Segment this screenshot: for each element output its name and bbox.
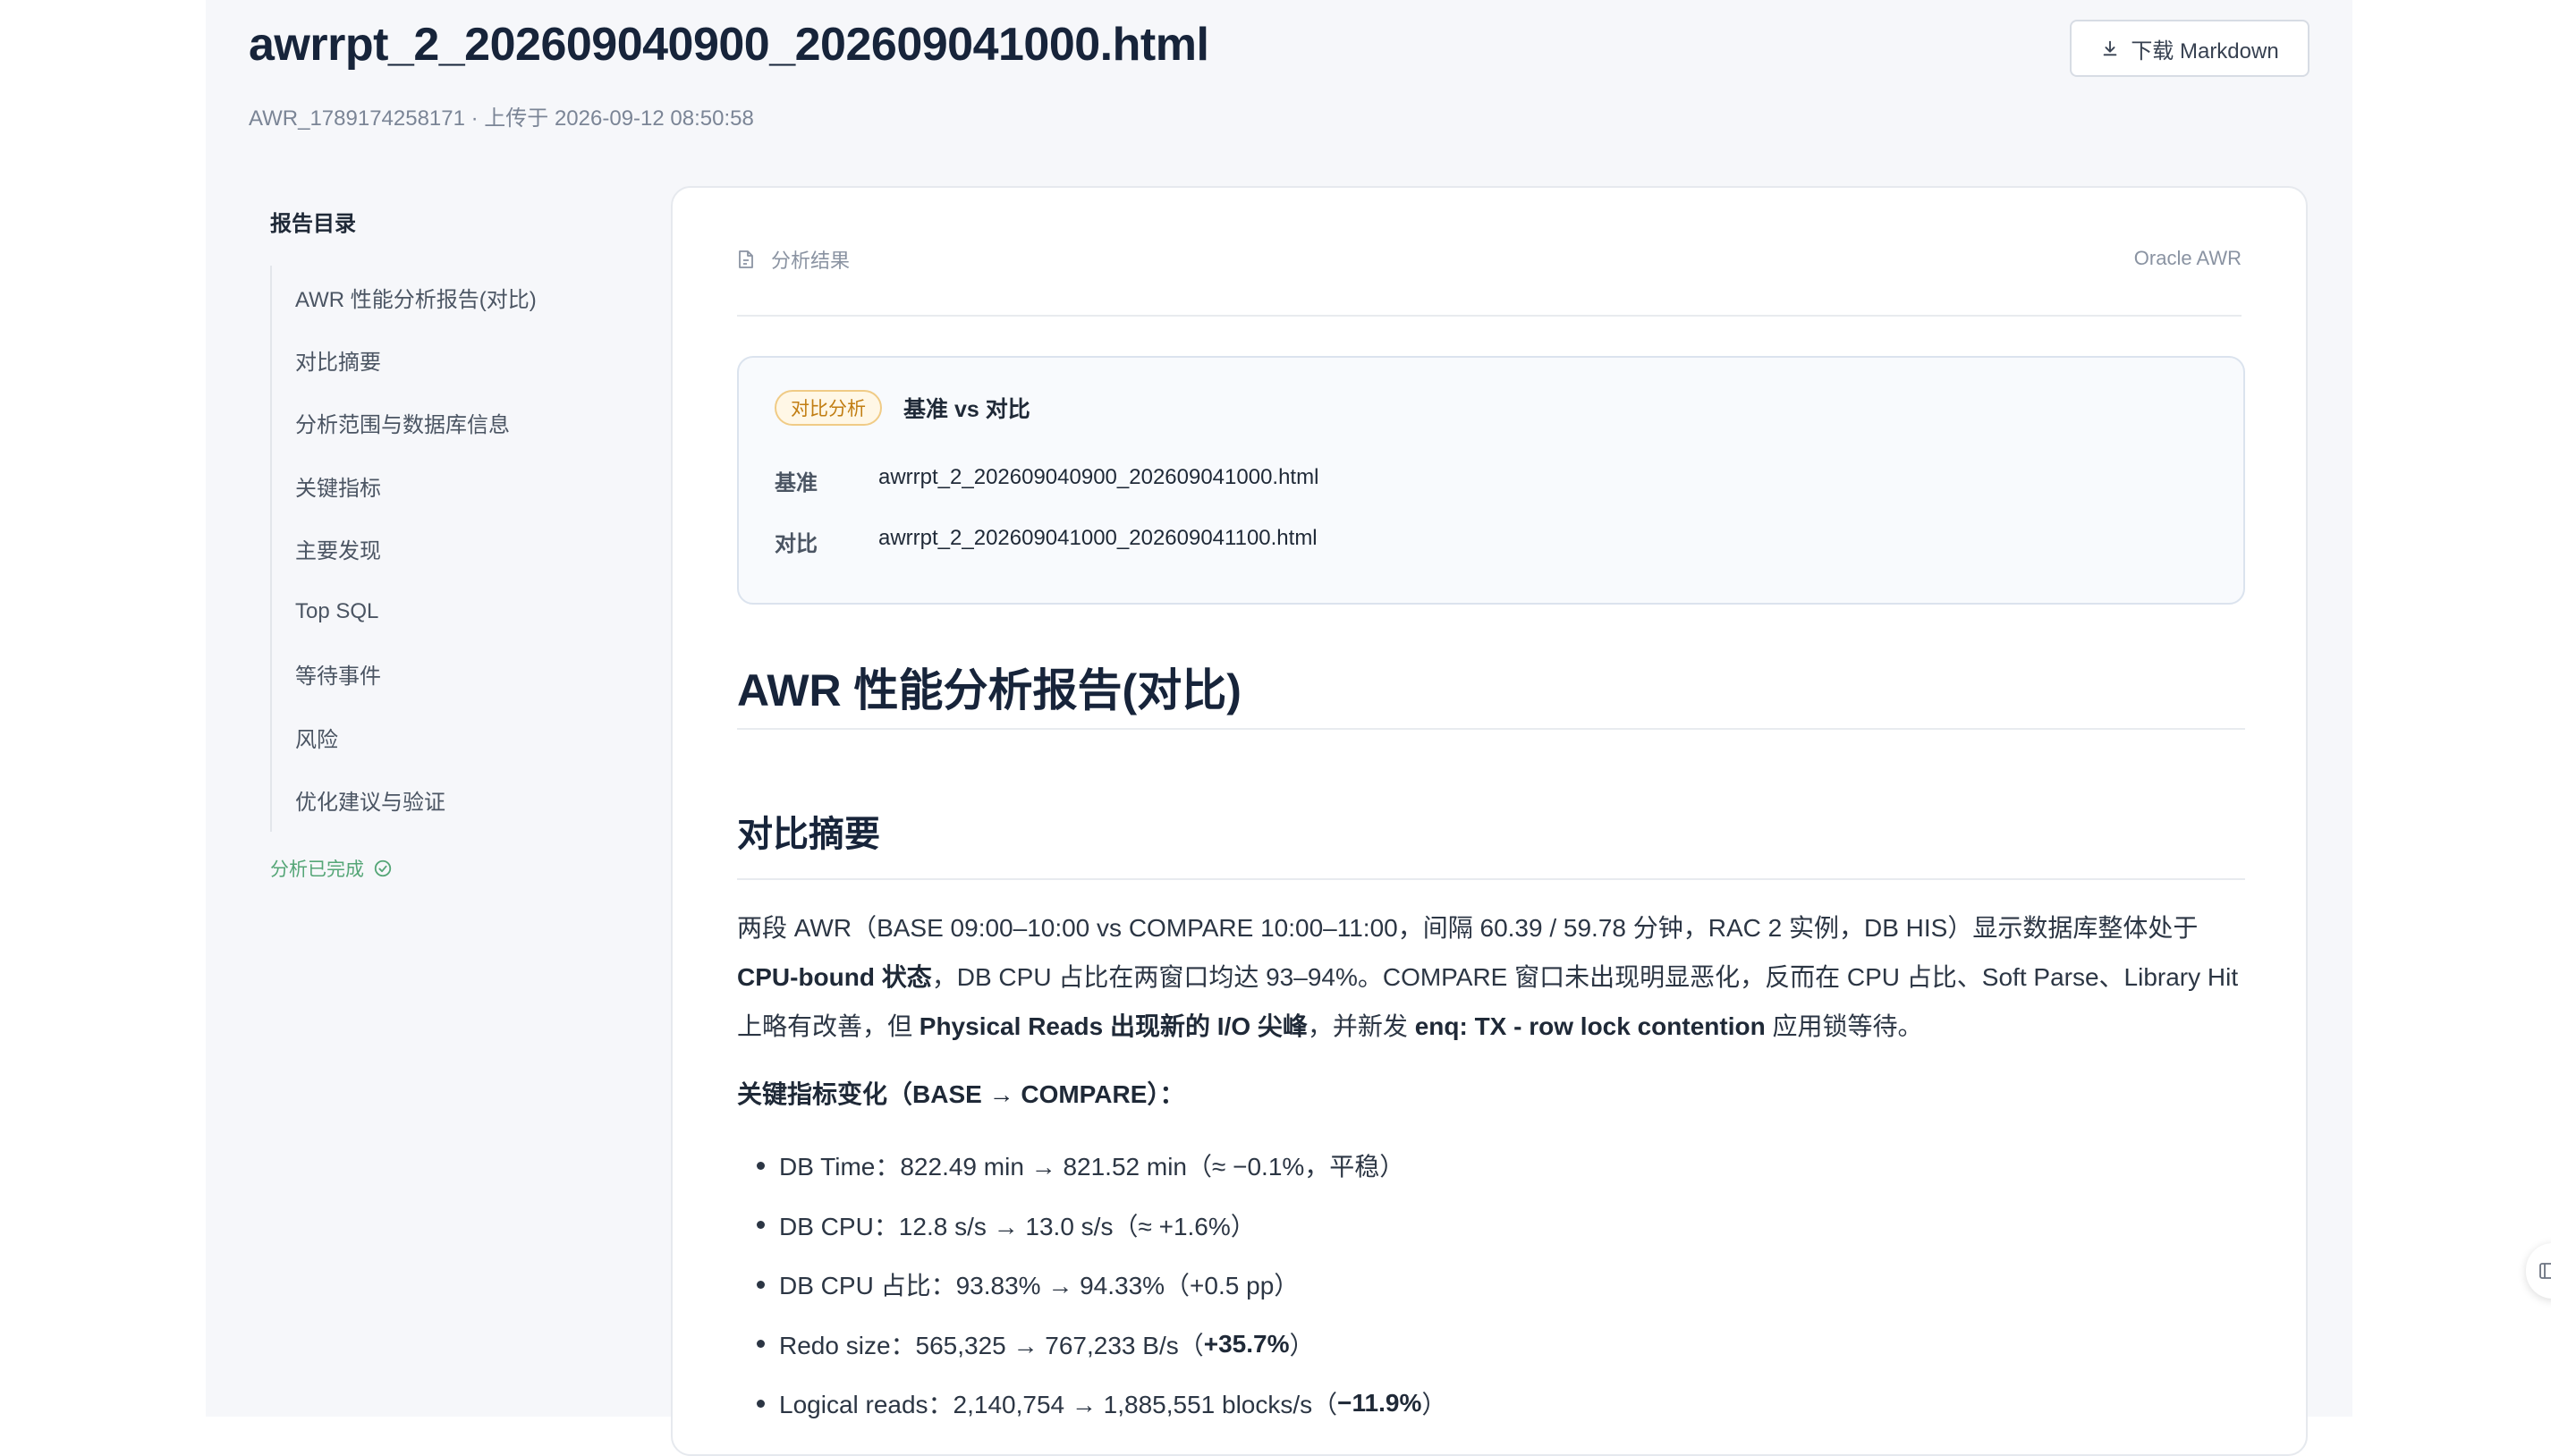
download-icon [2103,40,2117,56]
list-item: DB CPU：12.8 s/s → 13.0 s/s（≈ +1.6%） [737,1196,1446,1256]
toc-list: AWR 性能分析报告(对比) 对比摘要 分析范围与数据库信息 关键指标 主要发现… [270,266,628,832]
toc-item-findings[interactable]: 主要发现 [295,517,628,580]
target-value: awrrpt_2_202609041000_202609041100.html [878,526,1318,550]
toc-title: 报告目录 [270,212,356,236]
toc-item-awr-report[interactable]: AWR 性能分析报告(对比) [295,266,628,328]
summary-paragraph: 两段 AWR（BASE 09:00–10:00 vs COMPARE 10:00… [737,903,2245,1051]
floating-side-tab[interactable] [2526,1243,2551,1299]
metrics-subheading: 关键指标变化（BASE → COMPARE）： [737,1080,1185,1108]
toc-item-recommendations[interactable]: 优化建议与验证 [295,768,628,831]
summary-heading: 对比摘要 [737,796,2245,880]
base-label: 基准 [775,471,818,495]
toc-item-wait-events[interactable]: 等待事件 [295,643,628,706]
summary-text-3: ，并新发 [1307,1012,1415,1040]
base-row: 基准 awrrpt_2_202609040900_202609041000.ht… [775,465,1318,496]
list-item-text: Logical reads：2,140,754 → 1,885,551 bloc… [779,1391,1338,1419]
target-row: 对比 awrrpt_2_202609041000_202609041100.ht… [775,526,1318,557]
summary-text-1: 两段 AWR（BASE 09:00–10:00 vs COMPARE 10:00… [737,914,2199,942]
toc-item-scope-db-info[interactable]: 分析范围与数据库信息 [295,392,628,454]
list-item-text: Redo size：565,325 → 767,233 B/s（ [779,1331,1204,1359]
compare-box: 对比分析 基准 vs 对比 基准 awrrpt_2_202609040900_2… [737,356,2245,605]
download-markdown-button[interactable]: 下载 Markdown [2070,20,2309,77]
bullet-dot [757,1399,765,1408]
toc-item-top-sql[interactable]: Top SQL [295,580,628,642]
analysis-status-label: 分析已完成 [270,859,364,880]
list-item: Logical reads：2,140,754 → 1,885,551 bloc… [737,1374,1446,1434]
report-page: awrrpt_2_202609040900_202609041000.html … [206,0,2352,1456]
list-item: Redo size：565,325 → 767,233 B/s（ +35.7%） [737,1315,1446,1375]
check-circle-icon [374,859,392,876]
summary-text-4: 应用锁等待。 [1765,1012,1923,1040]
analysis-card: 分析结果 Oracle AWR 对比分析 基准 vs 对比 基准 awrrpt_… [671,186,2308,1456]
card-crumb-label: 分析结果 [771,250,851,272]
toc-item-compare-summary[interactable]: 对比摘要 [295,328,628,391]
download-label: 下载 Markdown [2131,38,2279,63]
page-meta: AWR_1789174258171 · 上传于 2026-09-12 08:50… [249,106,754,131]
list-item-text: DB CPU 占比：93.83% → 94.33%（+0.5 pp） [779,1272,1300,1300]
panel-toggle-icon [2539,1263,2551,1279]
toc-item-risks[interactable]: 风险 [295,706,628,768]
toc-item-key-metrics[interactable]: 关键指标 [295,454,628,517]
list-item: DB Time：822.49 min → 821.52 min（≈ −0.1%，… [737,1136,1446,1196]
bullet-dot [757,1221,765,1230]
document-icon [739,250,753,268]
list-item-tail: ） [1421,1391,1447,1419]
list-item-bold: +35.7% [1203,1329,1290,1358]
metrics-list: DB Time：822.49 min → 821.52 min（≈ −0.1%，… [737,1136,1446,1434]
target-label: 对比 [775,532,818,556]
list-item-text: DB Time：822.49 min → 821.52 min（≈ −0.1%，… [779,1153,1405,1181]
report-toc: 报告目录 AWR 性能分析报告(对比) 对比摘要 分析范围与数据库信息 关键指标… [270,206,628,882]
summary-bold-3: enq: TX - row lock contention [1414,1012,1766,1040]
list-item-tail: ） [1289,1331,1315,1359]
bullet-dot [757,1280,765,1289]
card-header: 分析结果 Oracle AWR [737,240,2242,317]
compare-title: 基准 vs 对比 [903,397,1030,422]
report-heading: AWR 性能分析报告(对比) [737,655,2245,730]
summary-bold-2: Physical Reads 出现新的 I/O 尖峰 [919,1012,1308,1040]
engine-label: Oracle AWR [2133,247,2242,269]
list-item: DB CPU 占比：93.83% → 94.33%（+0.5 pp） [737,1255,1446,1315]
bullet-dot [757,1161,765,1170]
card-crumb: 分析结果 [737,245,850,274]
analysis-status: 分析已完成 [270,855,628,882]
base-value: awrrpt_2_202609040900_202609041000.html [878,465,1319,489]
list-item-text: DB CPU：12.8 s/s → 13.0 s/s（≈ +1.6%） [779,1212,1256,1240]
bullet-dot [757,1340,765,1349]
summary-bold-1: CPU-bound 状态 [737,963,932,991]
compare-badge: 对比分析 [775,390,882,426]
list-item-bold: −11.9% [1337,1389,1422,1418]
page-title: awrrpt_2_202609040900_202609041000.html [249,19,1209,71]
